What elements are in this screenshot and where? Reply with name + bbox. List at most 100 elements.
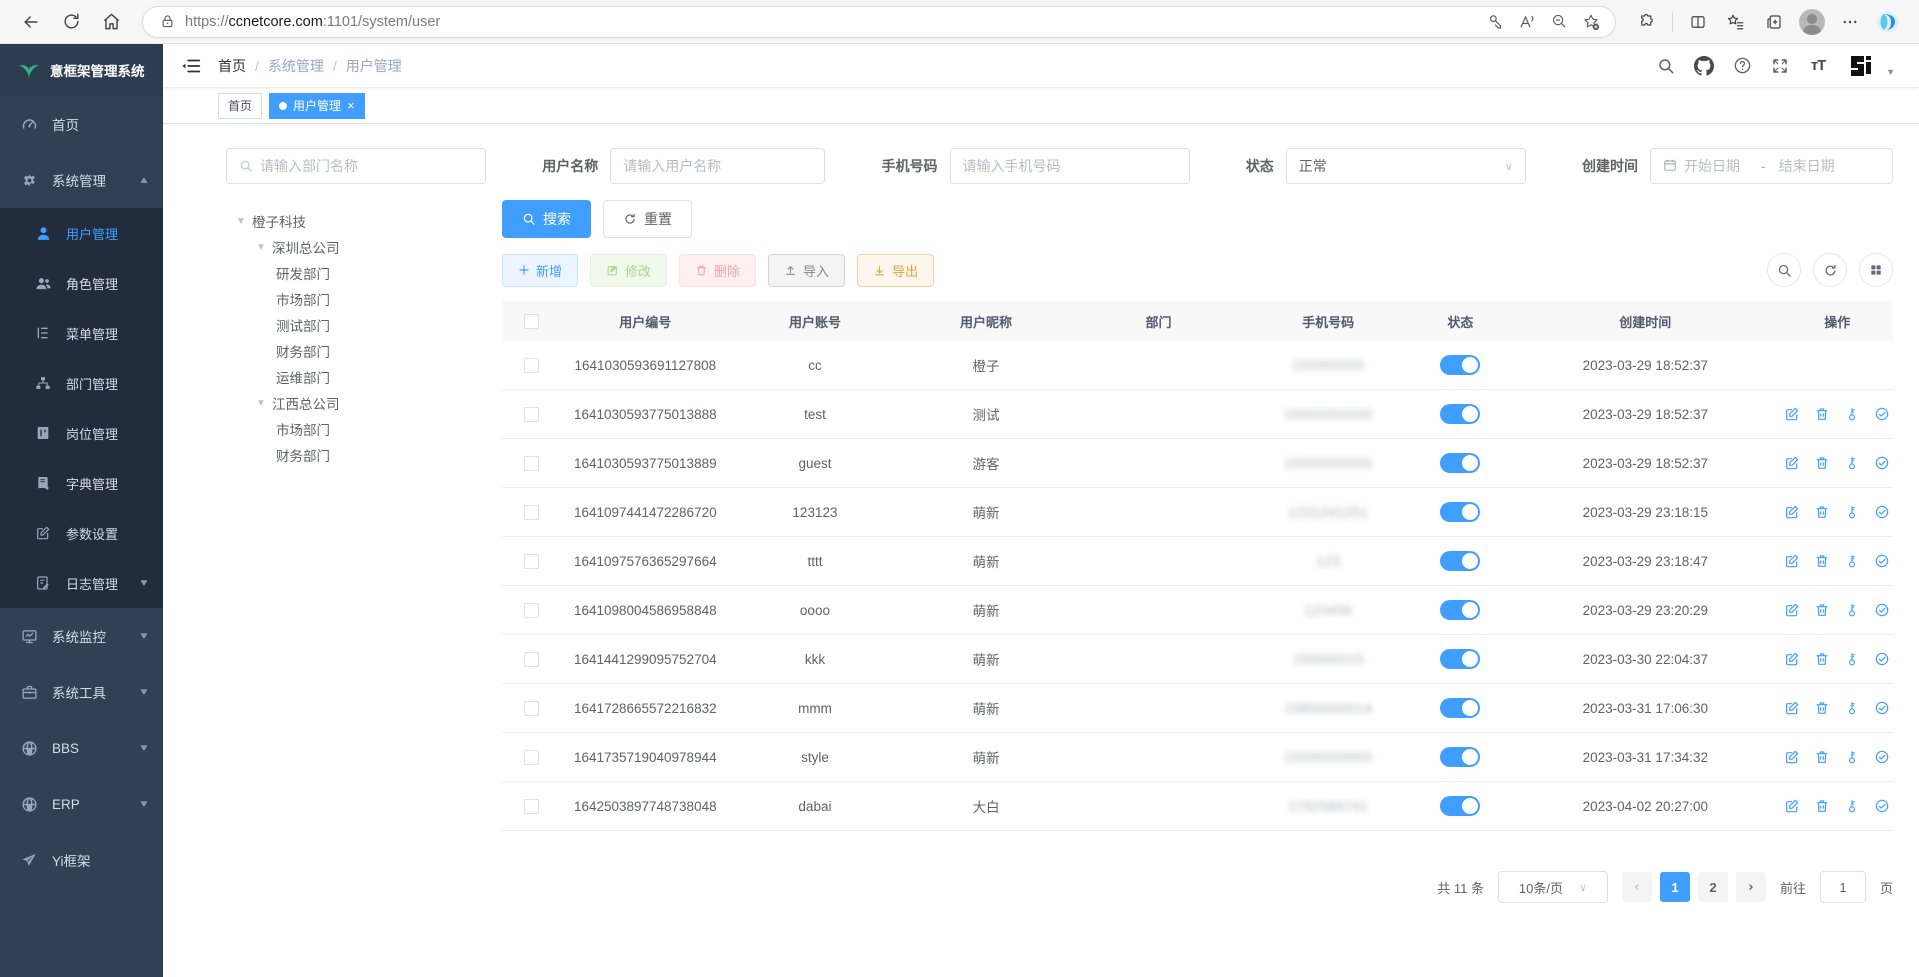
sidebar-item-logs[interactable]: 日志管理 ▼ [0, 558, 163, 608]
page-number-button[interactable]: 2 [1698, 872, 1728, 902]
export-button[interactable]: 导出 [857, 254, 934, 287]
help-icon[interactable] [1732, 56, 1752, 76]
browser-home-icon[interactable] [94, 5, 128, 39]
password-key-icon[interactable] [1481, 8, 1509, 36]
edit-icon[interactable] [1784, 798, 1800, 814]
edit-icon[interactable] [1784, 406, 1800, 422]
row-checkbox[interactable] [524, 505, 539, 520]
row-checkbox[interactable] [524, 554, 539, 569]
delete-icon[interactable] [1814, 602, 1830, 618]
reset-password-key-icon[interactable] [1844, 455, 1860, 471]
address-bar[interactable]: https://ccnetcore.com:1101/system/user [142, 6, 1616, 38]
status-toggle[interactable] [1440, 502, 1480, 522]
add-favorite-icon[interactable] [1577, 8, 1605, 36]
sidebar-item-monitor[interactable]: 系统监控 ▼ [0, 608, 163, 664]
delete-button[interactable]: 删除 [679, 254, 756, 287]
browser-refresh-icon[interactable] [54, 5, 88, 39]
edit-icon[interactable] [1784, 553, 1800, 569]
date-range-picker[interactable]: - [1650, 148, 1893, 184]
page-number-button[interactable]: 1 [1660, 872, 1690, 902]
status-toggle[interactable] [1440, 698, 1480, 718]
reset-password-key-icon[interactable] [1844, 406, 1860, 422]
assign-role-check-icon[interactable] [1874, 602, 1890, 618]
sidebar-item-home[interactable]: 首页 [0, 96, 163, 152]
tag-home[interactable]: 首页 [218, 93, 262, 119]
tree-node[interactable]: ▼ 橙子科技 [226, 208, 502, 234]
prev-page-button[interactable]: ‹ [1622, 872, 1652, 902]
select-all-checkbox[interactable] [524, 314, 539, 329]
phone-input[interactable] [950, 148, 1190, 184]
github-icon[interactable] [1694, 56, 1714, 76]
assign-role-check-icon[interactable] [1874, 553, 1890, 569]
sidebar-item-depts[interactable]: 部门管理 [0, 358, 163, 408]
import-button[interactable]: 导入 [768, 254, 845, 287]
header-search-icon[interactable] [1656, 56, 1676, 76]
edit-icon[interactable] [1784, 504, 1800, 520]
row-checkbox[interactable] [524, 358, 539, 373]
row-checkbox[interactable] [524, 407, 539, 422]
font-size-icon[interactable]: тT [1808, 56, 1828, 76]
dept-search-input[interactable] [226, 148, 486, 184]
row-checkbox[interactable] [524, 701, 539, 716]
delete-icon[interactable] [1814, 553, 1830, 569]
tree-node[interactable]: 市场部门 [226, 416, 502, 442]
assign-role-check-icon[interactable] [1874, 700, 1890, 716]
assign-role-check-icon[interactable] [1874, 651, 1890, 667]
sidebar-item-erp[interactable]: ERP ▼ [0, 776, 163, 832]
tag-user-management[interactable]: 用户管理 × [269, 93, 365, 119]
assign-role-check-icon[interactable] [1874, 406, 1890, 422]
goto-page-input[interactable] [1820, 871, 1866, 903]
user-avatar-yj[interactable] [1846, 51, 1876, 81]
sidebar-item-users[interactable]: 用户管理 [0, 208, 163, 258]
tree-node[interactable]: 研发部门 [226, 260, 502, 286]
delete-icon[interactable] [1814, 798, 1830, 814]
sidebar-item-tools[interactable]: 系统工具 ▼ [0, 664, 163, 720]
breadcrumb-system[interactable]: 系统管理 [268, 56, 324, 76]
status-toggle[interactable] [1440, 453, 1480, 473]
assign-role-check-icon[interactable] [1874, 798, 1890, 814]
browser-back-icon[interactable] [14, 5, 48, 39]
row-checkbox[interactable] [524, 603, 539, 618]
edit-icon[interactable] [1784, 602, 1800, 618]
split-screen-icon[interactable] [1681, 5, 1715, 39]
reset-button[interactable]: 重置 [603, 200, 692, 238]
sidebar-item-dict[interactable]: 字典管理 [0, 458, 163, 508]
sidebar-item-posts[interactable]: 岗位管理 [0, 408, 163, 458]
sidebar-item-yi-framework[interactable]: Yi框架 [0, 832, 163, 888]
sidebar-item-system[interactable]: 系统管理 ▲ [0, 152, 163, 208]
reset-password-key-icon[interactable] [1844, 749, 1860, 765]
copilot-icon[interactable] [1871, 5, 1905, 39]
delete-icon[interactable] [1814, 455, 1830, 471]
zoom-out-icon[interactable] [1545, 8, 1573, 36]
tree-node[interactable]: 财务部门 [226, 338, 502, 364]
read-aloud-icon[interactable] [1513, 8, 1541, 36]
reset-password-key-icon[interactable] [1844, 798, 1860, 814]
reset-password-key-icon[interactable] [1844, 504, 1860, 520]
status-toggle[interactable] [1440, 600, 1480, 620]
table-refresh-icon[interactable] [1813, 253, 1847, 287]
status-toggle[interactable] [1440, 747, 1480, 767]
delete-icon[interactable] [1814, 749, 1830, 765]
edit-icon[interactable] [1784, 651, 1800, 667]
tree-node[interactable]: 市场部门 [226, 286, 502, 312]
assign-role-check-icon[interactable] [1874, 749, 1890, 765]
status-select[interactable]: ∨ [1286, 148, 1526, 184]
breadcrumb-home[interactable]: 首页 [218, 56, 246, 76]
favorites-icon[interactable] [1719, 5, 1753, 39]
search-button[interactable]: 搜索 [502, 200, 591, 238]
reset-password-key-icon[interactable] [1844, 602, 1860, 618]
delete-icon[interactable] [1814, 504, 1830, 520]
tree-node[interactable]: 财务部门 [226, 442, 502, 468]
status-toggle[interactable] [1440, 551, 1480, 571]
edit-icon[interactable] [1784, 700, 1800, 716]
row-checkbox[interactable] [524, 750, 539, 765]
assign-role-check-icon[interactable] [1874, 455, 1890, 471]
extensions-icon[interactable] [1630, 5, 1664, 39]
tree-node[interactable]: ▼ 江西总公司 [226, 390, 502, 416]
tag-close-icon[interactable]: × [347, 99, 355, 112]
status-toggle[interactable] [1440, 649, 1480, 669]
row-checkbox[interactable] [524, 456, 539, 471]
sidebar-item-menus[interactable]: 菜单管理 [0, 308, 163, 358]
delete-icon[interactable] [1814, 651, 1830, 667]
assign-role-check-icon[interactable] [1874, 504, 1890, 520]
